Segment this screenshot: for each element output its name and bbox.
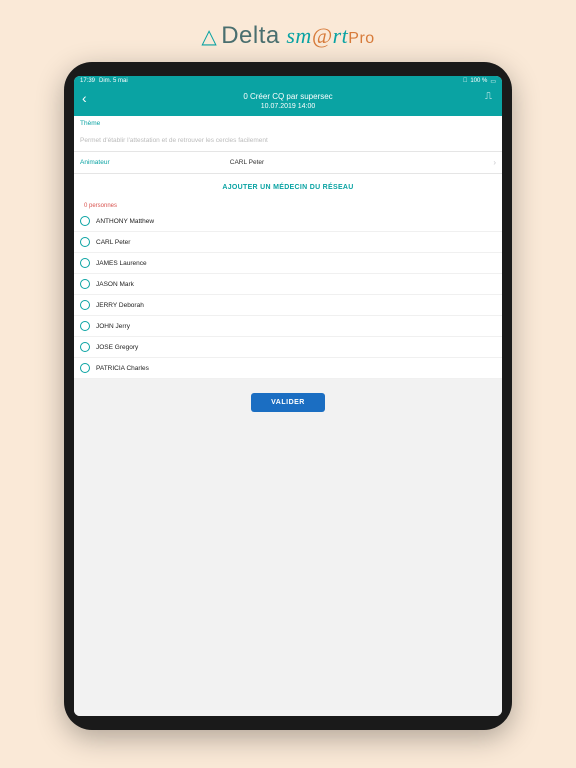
person-name: CARL Peter [96,239,130,246]
radio-icon[interactable] [80,321,90,331]
person-name: JERRY Deborah [96,302,144,309]
screen: 17:39 Dim. 5 mai 􀙇 100 % ▭ ‹ 0 Créer CQ … [74,76,502,716]
radio-icon[interactable] [80,342,90,352]
radio-icon[interactable] [80,237,90,247]
person-row[interactable]: JASON Mark [74,274,502,295]
empty-space [74,424,502,716]
brand-rt: rt [333,23,349,48]
person-row[interactable]: ANTHONY Matthew [74,211,502,232]
radio-icon[interactable] [80,279,90,289]
person-row[interactable]: JOHN Jerry [74,316,502,337]
theme-field[interactable]: Thème Permet d'établir l'attestation et … [74,116,502,152]
battery-icon: ▭ [490,78,496,85]
brand-sm: sm [286,23,311,48]
radio-icon[interactable] [80,258,90,268]
people-count: 0 personnes [74,201,502,211]
people-list: ANTHONY Matthew CARL Peter JAMES Laurence J… [74,211,502,379]
brand-delta: Delta [221,22,280,49]
nav-bar: ‹ 0 Créer CQ par supersec 10.07.2019 14:… [74,86,502,116]
page-subtitle: 10.07.2019 14:00 [82,103,494,110]
theme-placeholder: Permet d'établir l'attestation et de ret… [80,137,268,144]
radio-icon[interactable] [80,363,90,373]
person-row[interactable]: PATRICIA Charles [74,358,502,379]
theme-label: Thème [80,120,496,127]
animateur-label: Animateur [80,159,230,166]
back-button[interactable]: ‹ [82,90,87,106]
share-icon[interactable]: ⎍ [485,91,492,102]
radio-icon[interactable] [80,300,90,310]
brand-pro: Pro [348,30,374,47]
status-date: Dim. 5 mai [99,78,128,84]
person-name: JOSE Gregory [96,344,138,351]
tablet-frame: 17:39 Dim. 5 mai 􀙇 100 % ▭ ‹ 0 Créer CQ … [64,62,512,730]
validate-button[interactable]: VALIDER [251,393,325,412]
person-row[interactable]: JAMES Laurence [74,253,502,274]
page-title: 0 Créer CQ par supersec [82,92,494,101]
chevron-right-icon: › [493,158,496,167]
person-name: ANTHONY Matthew [96,218,154,225]
animateur-value: CARL Peter [230,159,264,166]
radio-icon[interactable] [80,216,90,226]
person-row[interactable]: JERRY Deborah [74,295,502,316]
validate-container: VALIDER [74,379,502,424]
person-name: JASON Mark [96,281,134,288]
person-name: JAMES Laurence [96,260,147,267]
brand-at: @ [312,23,333,48]
animateur-row[interactable]: Animateur CARL Peter › [74,152,502,174]
person-name: PATRICIA Charles [96,365,149,372]
person-row[interactable]: CARL Peter [74,232,502,253]
brand-logo: △Delta sm@rtPro [0,0,576,62]
person-name: JOHN Jerry [96,323,130,330]
status-time: 17:39 [80,78,95,84]
status-battery: 100 % [470,78,487,84]
triangle-icon: △ [201,26,217,48]
person-row[interactable]: JOSE Gregory [74,337,502,358]
status-bar: 17:39 Dim. 5 mai 􀙇 100 % ▭ [74,76,502,86]
wifi-icon: 􀙇 [463,78,468,84]
add-doctor-button[interactable]: AJOUTER UN MÉDECIN DU RÉSEAU [74,174,502,201]
